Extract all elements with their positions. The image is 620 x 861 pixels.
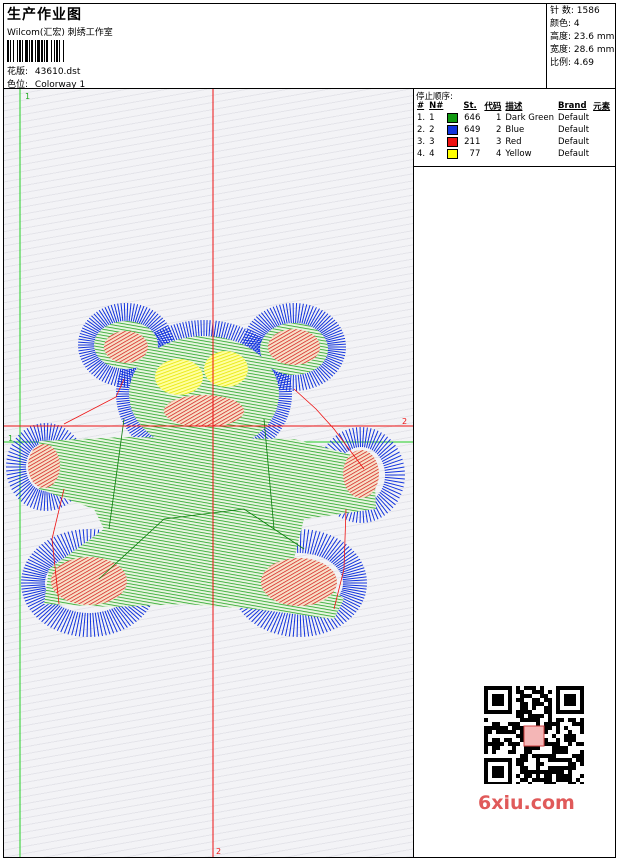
stitch-value: 646 [464,113,481,124]
stitch-value: 77 [469,149,481,160]
color-count-row: 颜色: 4 [550,18,615,31]
stitch-value: 211 [464,137,481,148]
embroidery-design: 1 1 2 2 [4,89,413,857]
stop-stitches: 646 [445,112,482,124]
col-description: 描述 [505,102,523,112]
stop-brand: Default [558,137,590,147]
design-file-value: 43610.dst [34,67,81,77]
width-label: 宽度: [550,45,572,55]
scale-value: 4.69 [573,58,594,68]
stop-brand: Default [558,125,590,135]
col-element: 元素 [593,102,611,112]
stop-description: Red [505,137,522,147]
stop-element [591,136,612,148]
design-file-row: 花版: 43610.dst [7,64,80,77]
stop-code: 4 [495,149,502,159]
color-count-value: 4 [573,19,580,29]
stitch-value: 649 [464,125,481,136]
production-sheet: 生产作业图 Wilcom(汇宏) 刺绣工作室 花版: 43610.dst 色位:… [3,3,616,858]
guide-v-red-label: 2 [216,847,221,856]
color-swatch [447,136,459,147]
watermark-site: 6xiu.com [478,792,575,814]
page-title: 生产作业图 [7,7,82,23]
stop-index: 4. [417,149,426,159]
scale-row: 比例: 4.69 [550,57,615,70]
stop-element [591,148,612,160]
stop-code: 3 [495,137,502,147]
barcode-image [7,40,64,62]
stop-index: 2. [417,125,426,135]
stitch-count-label: 针 数: [550,6,574,16]
col-code: 代码 [484,102,502,112]
col-brand: Brand [558,101,587,111]
width-row: 宽度: 28.6 mm [550,44,615,57]
scale-label: 比例: [550,58,572,68]
width-value: 28.6 mm [573,45,615,55]
stop-code: 2 [495,125,502,135]
stop-table-header: # N# St. 代码 描述 Brand 元素 [415,100,612,112]
stop-needle: 2 [429,125,435,135]
height-label: 高度: [550,32,572,42]
stop-stitches: 649 [445,124,482,136]
col-needle: N# [429,101,444,111]
stop-sequence-panel: 停止顺序: # N# St. 代码 描述 Brand 元素 1. 1 646 1 Dar… [414,89,615,167]
stop-brand: Default [558,113,590,123]
col-index: # [417,101,425,111]
stop-sequence-table: # N# St. 代码 描述 Brand 元素 1. 1 646 1 Dark Gree… [415,100,612,160]
guide-h-green-label: 1 [8,434,13,443]
height-row: 高度: 23.6 mm [550,31,615,44]
stop-stitches: 211 [445,136,482,148]
color-swatch [447,148,459,159]
stop-row: 2. 2 649 2 Blue Default [415,124,612,136]
stop-stitches: 77 [445,148,482,160]
stop-index: 3. [417,137,426,147]
stats-panel: 针 数: 1586 颜色: 4 高度: 23.6 mm 宽度: 28.6 mm … [547,4,615,89]
header-panel: 生产作业图 Wilcom(汇宏) 刺绣工作室 花版: 43610.dst 色位:… [4,4,547,90]
stop-element [591,112,612,124]
guide-h-red-label: 2 [402,417,407,426]
color-count-label: 颜色: [550,19,572,29]
col-stitches: St. [463,101,477,111]
color-swatch [447,112,459,123]
stop-brand: Default [558,149,590,159]
design-file-label: 花版: [7,67,29,77]
stitch-count-row: 针 数: 1586 [550,5,615,18]
qr-code-pattern [484,686,584,786]
studio-name: Wilcom(汇宏) 刺绣工作室 [7,28,113,38]
stop-element [591,124,612,136]
stop-row: 4. 4 77 4 Yellow Default [415,148,612,160]
stop-needle: 4 [429,149,435,159]
stop-description: Yellow [505,149,532,159]
stop-needle: 1 [429,113,435,123]
stop-needle: 3 [429,137,435,147]
color-swatch [447,124,459,135]
stop-row: 3. 3 211 3 Red Default [415,136,612,148]
guide-v-green-label: 1 [25,92,30,101]
stop-code: 1 [495,113,502,123]
height-value: 23.6 mm [573,32,615,42]
stop-description: Dark Green [505,113,555,123]
stitch-count-value: 1586 [576,6,600,16]
stop-description: Blue [505,125,525,135]
embroidery-preview-canvas[interactable]: 1 1 2 2 [4,89,414,857]
stop-row: 1. 1 646 1 Dark Green Default [415,112,612,124]
stop-index: 1. [417,113,426,123]
